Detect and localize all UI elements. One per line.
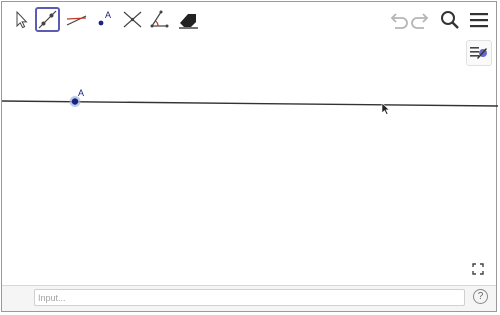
graphics-canvas[interactable]: A (2, 38, 498, 287)
graphics-view[interactable]: A (2, 38, 498, 287)
toolbar: A (2, 2, 496, 39)
fullscreen-button[interactable] (468, 259, 488, 279)
geogebra-app: A A Input... ? (1, 1, 498, 312)
redo-button[interactable] (409, 8, 433, 32)
point-a[interactable] (71, 98, 79, 105)
segment-tool-icon (66, 15, 87, 26)
line-tool-icon (38, 10, 57, 29)
intersect-tool-button[interactable] (120, 7, 145, 32)
intersect-tool-icon (123, 11, 142, 28)
point-tool-button[interactable]: A (93, 7, 118, 32)
main-menu-button[interactable] (467, 8, 491, 32)
line-tool-button[interactable] (35, 7, 60, 32)
eraser-tool-button[interactable] (176, 7, 201, 32)
input-bar: ? (2, 285, 496, 311)
eraser-tool-icon (179, 14, 198, 29)
point-tool-icon: A (98, 10, 111, 26)
angle-tool-icon (150, 10, 169, 28)
svg-text:A: A (105, 10, 111, 20)
style-bar-icon (470, 47, 487, 59)
search-button[interactable] (438, 8, 462, 32)
help-button[interactable]: ? (473, 289, 488, 304)
move-tool-icon (16, 10, 28, 29)
fullscreen-icon (472, 263, 484, 275)
move-tool-button[interactable] (8, 7, 33, 32)
point-a-label: A (78, 88, 84, 98)
menu-icon (470, 13, 488, 28)
undo-icon (390, 13, 408, 29)
redo-icon (411, 13, 429, 29)
segment-tool-button[interactable] (64, 7, 89, 32)
undo-button[interactable] (386, 8, 410, 32)
angle-tool-button[interactable] (147, 7, 172, 32)
algebra-input-field[interactable] (34, 289, 465, 306)
search-icon (441, 11, 459, 29)
style-bar-toggle-button[interactable] (466, 40, 492, 66)
